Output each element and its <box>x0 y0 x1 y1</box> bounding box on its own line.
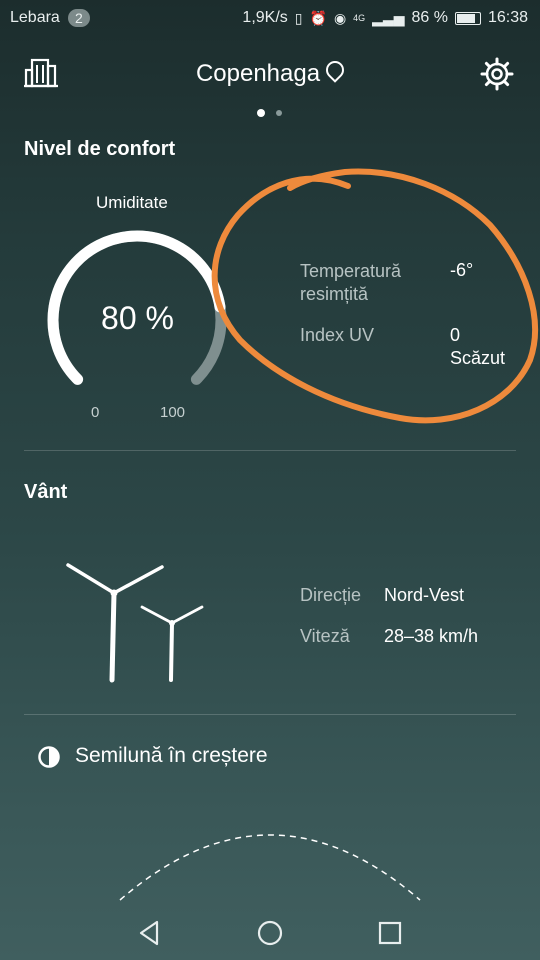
wind-speed-label: Viteză <box>300 626 350 646</box>
home-icon[interactable] <box>257 920 283 946</box>
wind-direction-value: Nord-Vest <box>384 585 465 605</box>
section-divider <box>24 714 516 715</box>
wind-speed-value: 28–38 km/h <box>384 626 479 646</box>
section-divider <box>24 450 516 451</box>
wind-turbine-icon <box>66 563 204 683</box>
moon-arc <box>119 834 421 901</box>
moon-phase-icon <box>38 746 60 768</box>
back-icon[interactable] <box>137 920 163 946</box>
moon-phase-label: Semilună în creștere <box>75 744 268 767</box>
recents-icon[interactable] <box>377 920 403 946</box>
wind-direction-label: Direcție <box>300 585 362 605</box>
wind-section-title: Vânt <box>24 481 68 503</box>
